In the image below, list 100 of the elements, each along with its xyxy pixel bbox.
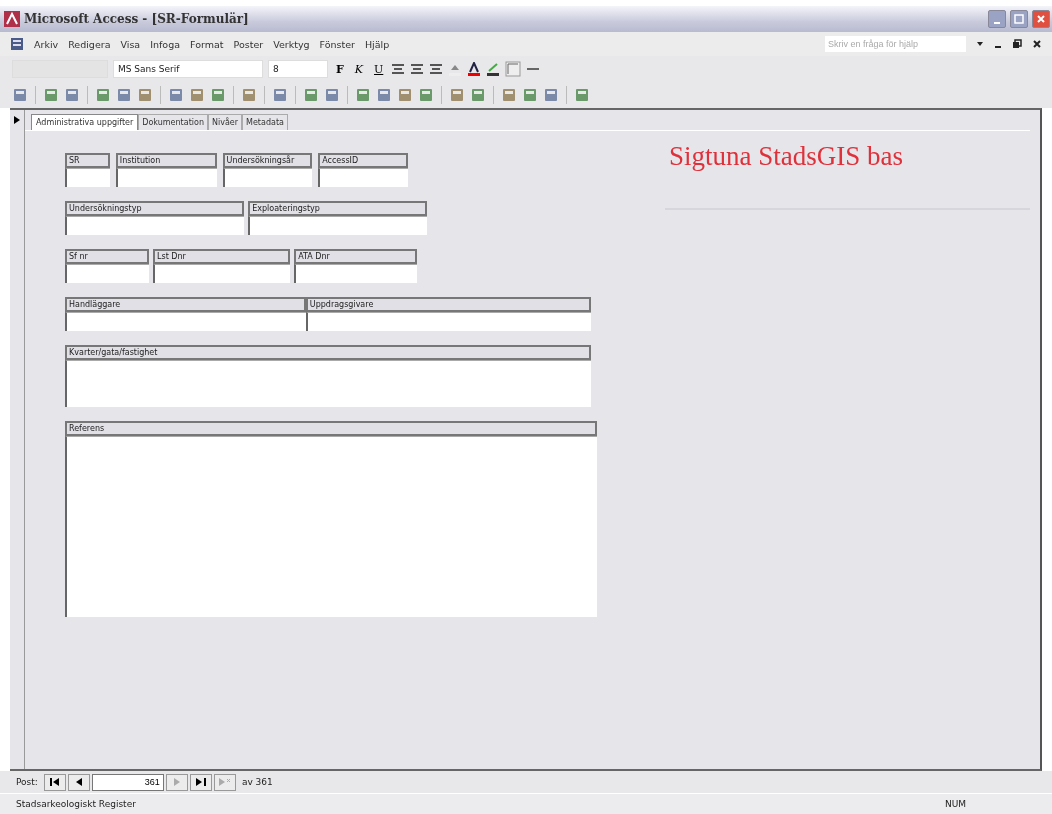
tab[interactable]: Administrativa uppgifter xyxy=(31,114,139,130)
toolbar-icon[interactable] xyxy=(522,87,538,103)
toolbar-icon[interactable] xyxy=(210,87,226,103)
tab[interactable]: Metadata xyxy=(242,114,288,130)
document-icon xyxy=(10,37,24,51)
toolbar-icon[interactable] xyxy=(397,87,413,103)
close-button[interactable] xyxy=(1032,10,1050,28)
menu-item[interactable]: Hjälp xyxy=(364,38,390,50)
menu-item[interactable]: Visa xyxy=(120,38,141,50)
line-color-icon[interactable] xyxy=(486,62,501,76)
first-icon xyxy=(49,778,60,786)
format-button[interactable]: U xyxy=(371,62,387,76)
last-icon xyxy=(195,778,206,786)
window-title: Microsoft Access - [SR-Formulär] xyxy=(24,12,249,26)
field-label: Institution xyxy=(115,153,217,168)
new-record-icon xyxy=(218,778,231,786)
input-field[interactable] xyxy=(222,168,313,187)
maximize-icon xyxy=(1014,14,1024,24)
input-field[interactable] xyxy=(248,216,428,235)
toolbar-icon[interactable] xyxy=(272,87,288,103)
format-button[interactable]: F xyxy=(333,62,347,76)
previous-record-button[interactable] xyxy=(67,773,90,791)
toolbar-icon[interactable] xyxy=(355,87,371,103)
close-icon[interactable] xyxy=(1032,39,1042,49)
field-label: Lst Dnr xyxy=(153,249,291,264)
align-icon[interactable] xyxy=(410,62,425,76)
field-label: Exploateringstyp xyxy=(248,201,428,216)
toolbar-icon[interactable] xyxy=(43,87,59,103)
input-field[interactable] xyxy=(65,168,110,187)
form-title: Sigtuna StadsGIS bas xyxy=(668,141,904,172)
next-icon xyxy=(173,778,180,786)
menu-item[interactable]: Poster xyxy=(233,38,264,50)
font-dropdown[interactable]: MS Sans Serif xyxy=(113,60,263,78)
record-count: av 361 xyxy=(241,777,273,787)
previous-icon xyxy=(75,778,82,786)
toolbar-icon[interactable] xyxy=(376,87,392,103)
caret-icon[interactable] xyxy=(976,40,984,48)
font-size-dropdown[interactable]: 8 xyxy=(268,60,328,78)
menu-item[interactable]: Format xyxy=(190,38,224,50)
toolbar-icon[interactable] xyxy=(189,87,205,103)
tab[interactable]: Nivåer xyxy=(208,114,243,130)
app-icon xyxy=(4,11,20,27)
toolbar-icon[interactable] xyxy=(116,87,132,103)
field-label: Kvarter/gata/fastighet xyxy=(65,345,592,360)
minimize-icon xyxy=(994,22,1000,24)
toolbar-icon[interactable] xyxy=(324,87,340,103)
font-color-icon[interactable] xyxy=(467,62,482,76)
field-label: Undersökningstyp xyxy=(65,201,245,216)
field-label: Referens xyxy=(65,421,597,436)
num-lock-indicator: NUM xyxy=(944,799,966,809)
input-field[interactable] xyxy=(153,264,291,283)
align-icon[interactable] xyxy=(429,62,444,76)
toolbar-icon[interactable] xyxy=(64,87,80,103)
maximize-button[interactable] xyxy=(1010,10,1028,28)
toolbar-icon[interactable] xyxy=(12,87,28,103)
format-button[interactable]: K xyxy=(351,62,367,76)
field-label: Handläggare xyxy=(65,297,306,312)
align-icon[interactable] xyxy=(391,62,406,76)
input-field[interactable] xyxy=(294,264,418,283)
field-label: Undersökningsår xyxy=(222,153,313,168)
menu-item[interactable]: Arkiv xyxy=(34,38,59,50)
menu-item[interactable]: Fönster xyxy=(319,38,355,50)
toolbar-icon[interactable] xyxy=(543,87,559,103)
field-label: ATA Dnr xyxy=(294,249,418,264)
input-field[interactable] xyxy=(318,168,408,187)
input-field[interactable] xyxy=(65,436,597,617)
input-field[interactable] xyxy=(65,360,592,407)
field-label: AccessID xyxy=(318,153,408,168)
field-label: Sf nr xyxy=(65,249,149,264)
toolbar-icon[interactable] xyxy=(470,87,486,103)
help-search-field[interactable]: Skriv en fråga för hjälp xyxy=(825,36,966,52)
toolbar-icon[interactable] xyxy=(241,87,257,103)
field-label: SR xyxy=(65,153,110,168)
last-record-button[interactable] xyxy=(189,773,212,791)
menu-item[interactable]: Infoga xyxy=(150,38,180,50)
input-field[interactable] xyxy=(65,312,306,331)
record-label: Post: xyxy=(16,777,38,787)
record-number-field[interactable]: 361 xyxy=(91,773,164,791)
toolbar-icon[interactable] xyxy=(137,87,153,103)
input-field[interactable] xyxy=(65,264,149,283)
restore-icon[interactable] xyxy=(1012,39,1022,49)
toolbar-icon[interactable] xyxy=(95,87,111,103)
input-field[interactable] xyxy=(305,312,592,331)
field-label: Uppdragsgivare xyxy=(305,297,592,312)
menu-item[interactable]: Redigera xyxy=(68,38,111,50)
menu-item[interactable]: Verktyg xyxy=(273,38,310,50)
toolbar-icon[interactable] xyxy=(303,87,319,103)
toolbar-icon[interactable] xyxy=(449,87,465,103)
minimize-button[interactable] xyxy=(988,10,1006,28)
toolbar-icon[interactable] xyxy=(501,87,517,103)
toolbar-icon[interactable] xyxy=(574,87,590,103)
first-record-button[interactable] xyxy=(43,773,66,791)
tab[interactable]: Dokumentation xyxy=(138,114,208,130)
input-field[interactable] xyxy=(115,168,217,187)
status-text: Stadsarkeologiskt Register xyxy=(16,799,136,809)
record-pointer-icon xyxy=(14,116,20,124)
toolbar-icon[interactable] xyxy=(418,87,434,103)
close-icon xyxy=(1036,14,1046,24)
toolbar-icon[interactable] xyxy=(168,87,184,103)
input-field[interactable] xyxy=(65,216,245,235)
